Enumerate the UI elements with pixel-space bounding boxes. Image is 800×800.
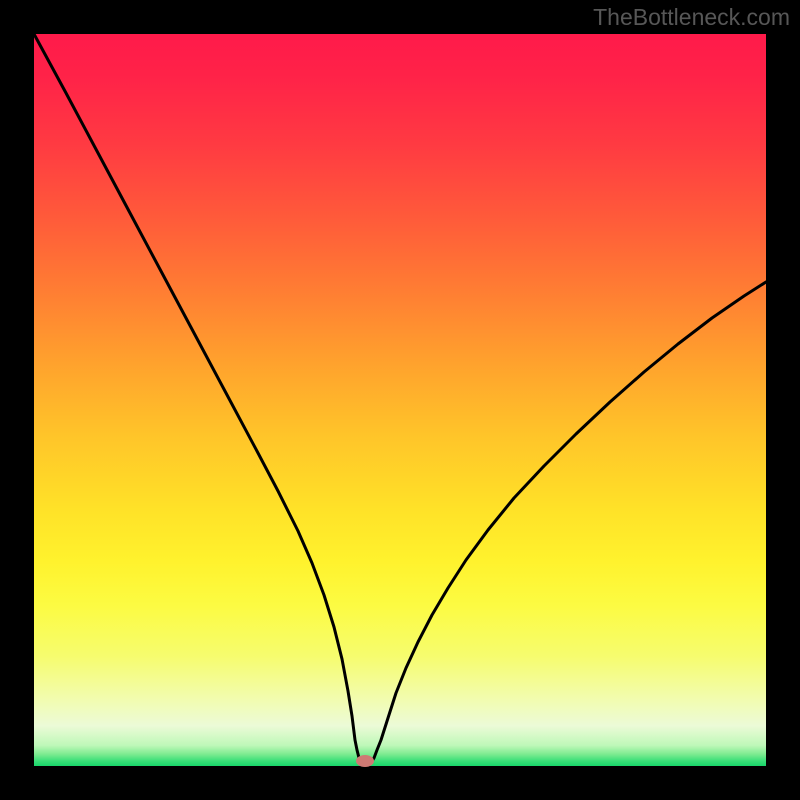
bottleneck-chart [0,0,800,800]
watermark-text: TheBottleneck.com [593,4,790,31]
chart-frame: TheBottleneck.com [0,0,800,800]
gradient-background [34,34,766,766]
optimal-point-marker [356,755,374,767]
